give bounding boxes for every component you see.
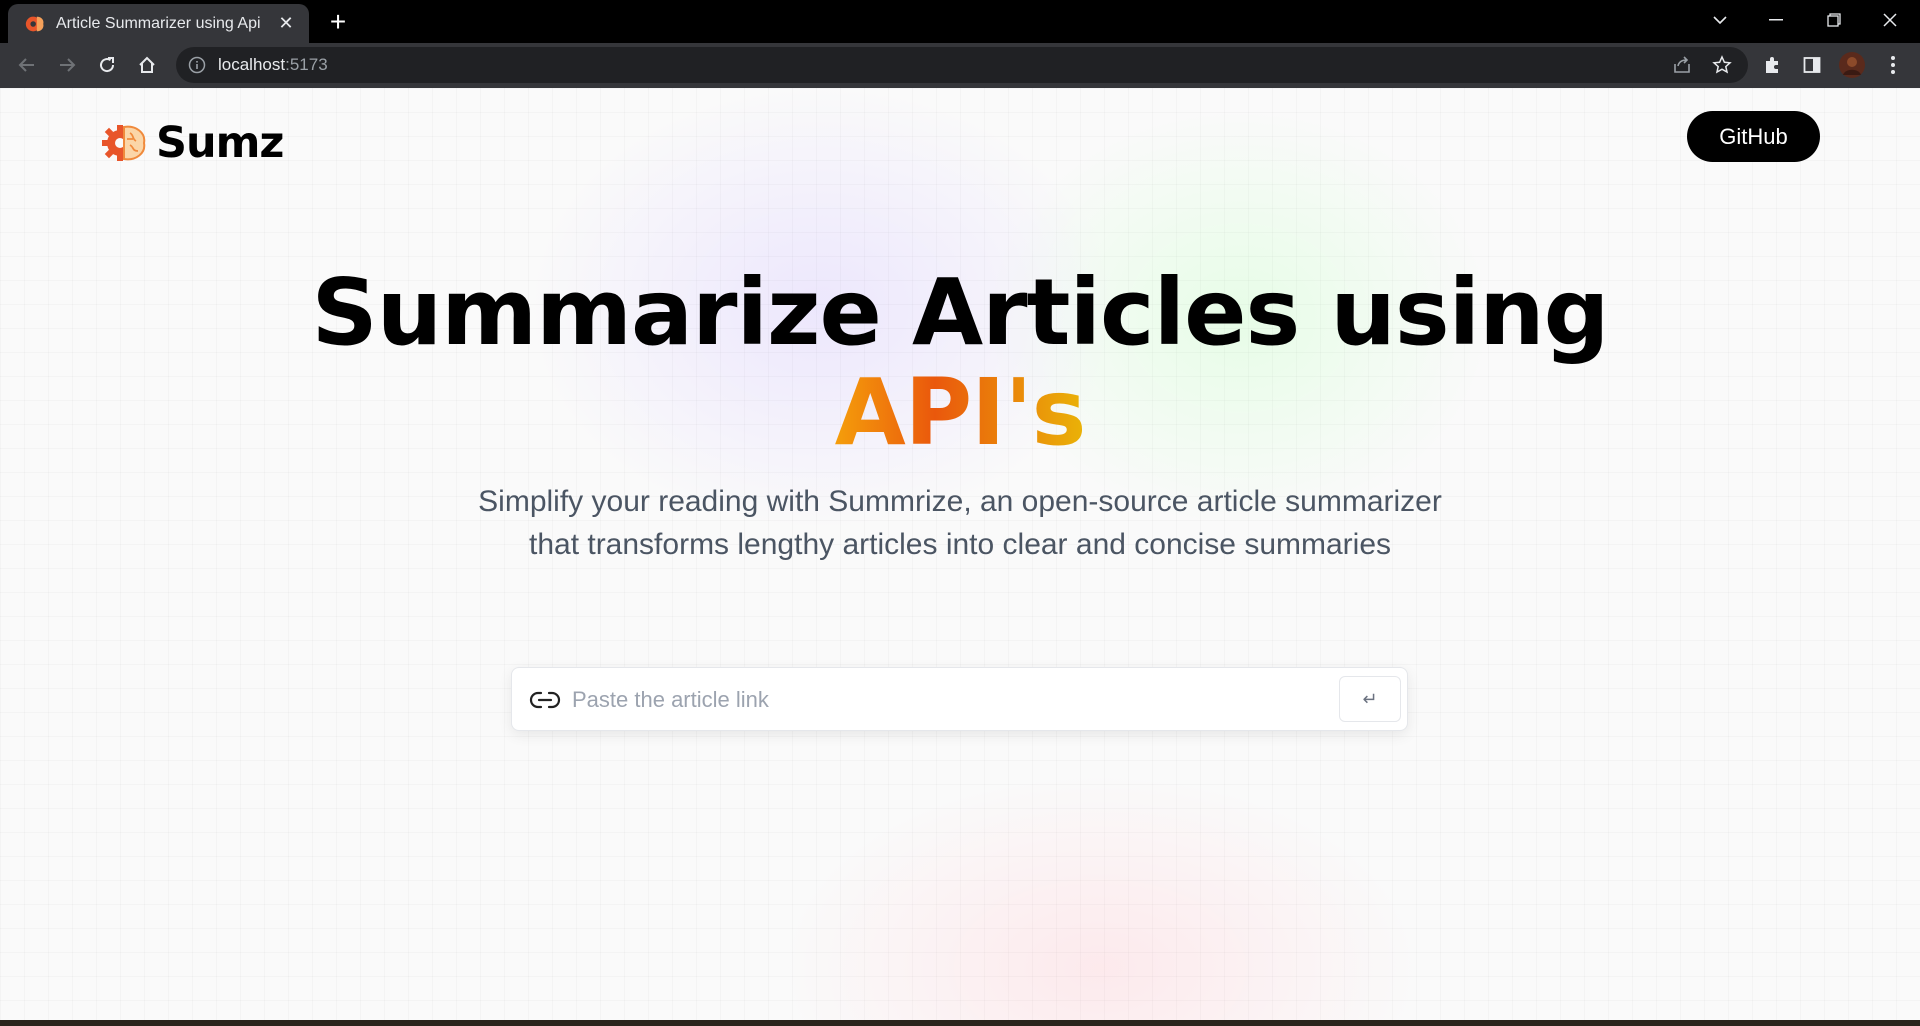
page-content: Sumz GitHub Summarize Articles using API… — [0, 88, 1920, 1020]
tab-close-icon[interactable]: ✕ — [275, 13, 297, 34]
logo[interactable]: Sumz — [100, 118, 284, 168]
tab-search-icon[interactable] — [1692, 0, 1748, 40]
article-link-input[interactable] — [572, 680, 1332, 720]
close-window-icon[interactable] — [1862, 0, 1918, 40]
hero-title-accent: API's — [834, 359, 1087, 466]
link-icon — [529, 691, 561, 709]
extensions-icon[interactable] — [1756, 49, 1788, 81]
hero-title-line1: Summarize Articles using — [311, 259, 1610, 366]
github-button[interactable]: GitHub — [1687, 111, 1820, 162]
logo-text: Sumz — [156, 118, 284, 168]
forward-icon[interactable] — [51, 49, 83, 81]
brain-gear-logo-icon — [102, 125, 146, 161]
hero-subtitle: Simplify your reading with Summrize, an … — [420, 480, 1500, 566]
new-tab-button[interactable]: + — [322, 6, 354, 38]
share-icon[interactable] — [1666, 49, 1698, 81]
article-link-form: ↵ — [511, 667, 1408, 731]
reload-icon[interactable] — [91, 49, 123, 81]
browser-titlebar: Article Summarizer using Api ✕ + — [0, 0, 1920, 43]
back-icon[interactable] — [11, 49, 43, 81]
browser-tab[interactable]: Article Summarizer using Api ✕ — [8, 4, 309, 43]
hero-subtitle-line1: Simplify your reading with Summrize, an … — [478, 485, 1442, 518]
hero-title: Summarize Articles using API's — [0, 263, 1920, 463]
url-port: :5173 — [285, 55, 328, 74]
home-icon[interactable] — [131, 49, 163, 81]
brain-gear-icon — [25, 16, 44, 31]
hero-subtitle-line2: that transforms lengthy articles into cl… — [528, 528, 1392, 561]
minimize-icon[interactable] — [1748, 0, 1804, 40]
side-panel-icon[interactable] — [1796, 49, 1828, 81]
restore-icon[interactable] — [1806, 0, 1862, 40]
address-bar[interactable]: localhost:5173 — [176, 47, 1748, 83]
bookmark-star-icon[interactable] — [1706, 49, 1738, 81]
url-host: localhost — [218, 55, 286, 74]
browser-menu-icon[interactable] — [1877, 49, 1909, 81]
taskbar-edge — [0, 1020, 1920, 1026]
url-text: localhost:5173 — [218, 55, 328, 75]
tab-title: Article Summarizer using Api — [56, 14, 261, 32]
site-info-icon[interactable] — [188, 56, 206, 74]
submit-button[interactable]: ↵ — [1339, 676, 1401, 722]
profile-avatar-icon[interactable] — [1836, 49, 1868, 81]
browser-toolbar: localhost:5173 — [0, 43, 1920, 88]
